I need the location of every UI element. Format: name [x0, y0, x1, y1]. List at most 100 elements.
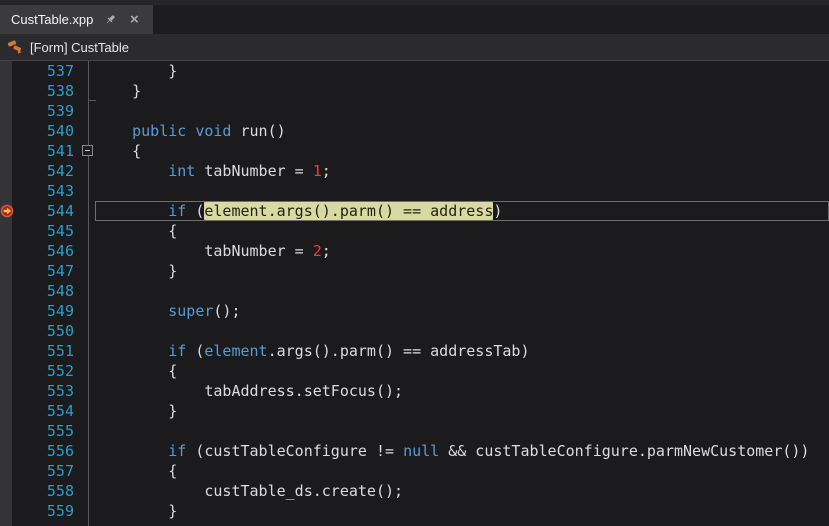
code-line[interactable]: tabAddress.setFocus(); — [96, 381, 829, 401]
glyph-margin-cell[interactable] — [0, 141, 12, 161]
line-number: 541 — [46, 142, 74, 160]
code-line-row: 553 tabAddress.setFocus(); — [0, 381, 829, 401]
breadcrumb[interactable]: [Form] CustTable — [0, 34, 829, 61]
code-line[interactable]: if (custTableConfigure != null && custTa… — [96, 441, 829, 461]
line-number: 548 — [46, 282, 74, 300]
line-number: 559 — [46, 502, 74, 520]
code-line-row: 548 — [0, 281, 829, 301]
code-line-row: 557 { — [0, 461, 829, 481]
line-number: 554 — [46, 402, 74, 420]
fold-margin — [80, 461, 96, 481]
fold-margin — [80, 301, 96, 321]
code-line[interactable]: custTable_ds.create(); — [96, 481, 829, 501]
fold-margin — [80, 181, 96, 201]
fold-margin — [80, 381, 96, 401]
line-number: 539 — [46, 102, 74, 120]
code-line[interactable] — [96, 321, 829, 341]
code-line[interactable]: if (element.args().parm() == addressTab) — [96, 341, 829, 361]
glyph-margin-cell[interactable] — [0, 241, 12, 261]
glyph-margin-cell[interactable] — [0, 261, 12, 281]
glyph-margin-cell[interactable] — [0, 281, 12, 301]
fold-margin — [80, 201, 96, 221]
code-line[interactable]: { — [96, 141, 829, 161]
glyph-margin-cell[interactable] — [0, 361, 12, 381]
glyph-margin-cell[interactable] — [0, 401, 12, 421]
code-line-row: 558 custTable_ds.create(); — [0, 481, 829, 501]
line-number: 553 — [46, 382, 74, 400]
line-number: 549 — [46, 302, 74, 320]
line-number: 545 — [46, 222, 74, 240]
fold-margin — [80, 161, 96, 181]
fold-margin — [80, 321, 96, 341]
code-editor[interactable]: 537 } 538 } 539 540 public void run() 541 {5… — [0, 61, 829, 526]
code-line[interactable]: tabNumber = 2; — [96, 241, 829, 261]
line-number: 551 — [46, 342, 74, 360]
code-line[interactable]: if (element.args().parm() == address) — [96, 201, 829, 221]
breakpoint-current-statement-icon[interactable] — [0, 201, 14, 221]
code-line[interactable]: } — [96, 501, 829, 521]
line-number: 552 — [46, 362, 74, 380]
close-icon[interactable]: × — [127, 12, 141, 27]
glyph-margin-cell[interactable] — [0, 101, 12, 121]
glyph-margin-cell[interactable] — [0, 221, 12, 241]
glyph-margin-cell[interactable] — [0, 61, 12, 81]
line-number: 540 — [46, 122, 74, 140]
fold-margin — [80, 61, 96, 81]
code-line[interactable] — [96, 101, 829, 121]
code-line-row: 538 } — [0, 81, 829, 101]
glyph-margin-cell[interactable] — [0, 421, 12, 441]
tab-custtable-xpp[interactable]: CustTable.xpp × — [0, 5, 154, 34]
line-number: 538 — [46, 82, 74, 100]
fold-collapse-box[interactable] — [82, 145, 93, 156]
code-line-row: 550 — [0, 321, 829, 341]
line-number: 550 — [46, 322, 74, 340]
code-line[interactable]: super(); — [96, 301, 829, 321]
code-line-row: 542 int tabNumber = 1; — [0, 161, 829, 181]
glyph-margin-cell[interactable] — [0, 301, 12, 321]
code-line-row: 541 { — [0, 141, 829, 161]
code-line-row: 543 — [0, 181, 829, 201]
fold-margin — [80, 481, 96, 501]
glyph-margin-cell[interactable] — [0, 81, 12, 101]
breadcrumb-label: [Form] CustTable — [30, 39, 129, 55]
code-line[interactable]: public void run() — [96, 121, 829, 141]
line-number: 542 — [46, 162, 74, 180]
code-line[interactable]: int tabNumber = 1; — [96, 161, 829, 181]
glyph-margin-cell[interactable] — [0, 461, 12, 481]
glyph-margin-cell[interactable] — [0, 161, 12, 181]
code-line[interactable] — [96, 181, 829, 201]
code-lines: 537 } 538 } 539 540 public void run() 541 {5… — [0, 61, 829, 521]
code-line-row: 555 — [0, 421, 829, 441]
pin-icon[interactable] — [103, 13, 117, 27]
fold-margin — [80, 361, 96, 381]
line-number: 556 — [46, 442, 74, 460]
glyph-margin-cell[interactable] — [0, 181, 12, 201]
code-line-row: 539 — [0, 101, 829, 121]
code-line[interactable]: { — [96, 361, 829, 381]
code-line[interactable]: { — [96, 461, 829, 481]
line-number: 557 — [46, 462, 74, 480]
line-number: 543 — [46, 182, 74, 200]
code-line-row: 546 tabNumber = 2; — [0, 241, 829, 261]
code-line[interactable] — [96, 421, 829, 441]
fold-margin — [80, 401, 96, 421]
fold-margin — [80, 281, 96, 301]
code-line[interactable] — [96, 281, 829, 301]
glyph-margin-cell[interactable] — [0, 341, 12, 361]
fold-margin — [80, 501, 96, 521]
glyph-margin-cell[interactable] — [0, 481, 12, 501]
glyph-margin-cell[interactable] — [0, 441, 12, 461]
code-line[interactable]: { — [96, 221, 829, 241]
glyph-margin-cell[interactable] — [0, 501, 12, 521]
code-line-row: 549 super(); — [0, 301, 829, 321]
line-number: 558 — [46, 482, 74, 500]
glyph-margin-cell[interactable] — [0, 121, 12, 141]
code-line[interactable]: } — [96, 261, 829, 281]
code-line[interactable]: } — [96, 401, 829, 421]
code-line[interactable]: } — [96, 81, 829, 101]
code-line[interactable]: } — [96, 61, 829, 81]
debug-highlight: element.args().parm() == address — [204, 202, 494, 220]
glyph-margin-cell[interactable] — [0, 381, 12, 401]
code-line-row: 551 if (element.args().parm() == address… — [0, 341, 829, 361]
glyph-margin-cell[interactable] — [0, 321, 12, 341]
